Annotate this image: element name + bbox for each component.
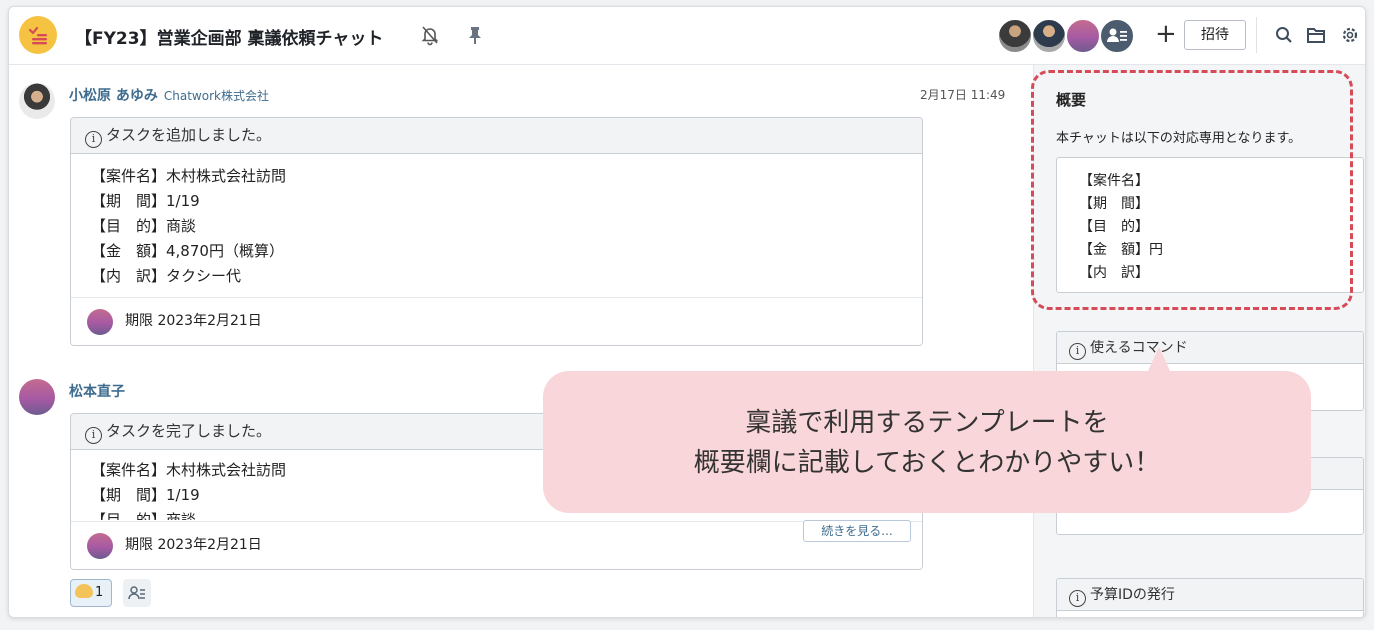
room-title: 【FY23】営業企画部 稟議依頼チャット: [75, 29, 384, 49]
reaction-badge[interactable]: 1: [70, 579, 112, 607]
budget-id-panel-header[interactable]: i 予算IDの発行: [1057, 579, 1363, 611]
task-deadline: 期限 2023年2月21日: [125, 313, 262, 329]
chatwork-logo[interactable]: [19, 16, 57, 54]
task-deadline-row: 続きを見る... 期限 2023年2月21日: [71, 520, 922, 569]
task-deadline-row: 期限 2023年2月21日: [71, 297, 922, 345]
task-deadline: 期限 2023年2月21日: [125, 537, 262, 553]
show-more-button[interactable]: 続きを見る...: [803, 520, 911, 542]
invite-button[interactable]: 招待: [1184, 20, 1246, 50]
sender-name[interactable]: 松本直子: [69, 384, 125, 400]
commands-panel-header[interactable]: i 使えるコマンド: [1057, 332, 1363, 364]
info-icon: i: [85, 131, 102, 148]
tip-callout: 稟議で利用するテンプレートを 概要欄に記載しておくとわかりやすい！: [543, 371, 1311, 513]
budget-id-panel: i 予算IDの発行: [1056, 578, 1364, 617]
header-divider: [1256, 17, 1257, 53]
member-avatar[interactable]: [1065, 18, 1101, 54]
info-icon: i: [85, 427, 102, 444]
task-body: 【案件名】木村株式会社訪問 【期 間】1/19 【目 的】商談 【金 額】4,8…: [91, 167, 287, 285]
sender-name[interactable]: 小松原 あゆみ: [69, 88, 158, 104]
add-member-button[interactable]: +: [1155, 19, 1177, 49]
member-list-icon[interactable]: [1099, 18, 1135, 54]
reaction-count: 1: [95, 585, 104, 600]
message-sender[interactable]: 松本直子: [69, 381, 125, 401]
assignee-avatar[interactable]: [87, 533, 113, 559]
message-timestamp: 2月17日 11:49: [920, 88, 1006, 102]
callout-text: 稟議で利用するテンプレートを 概要欄に記載しておくとわかりやすい！: [543, 403, 1311, 483]
reaction-icon: [75, 584, 93, 598]
budget-id-panel-title: 予算IDの発行: [1090, 587, 1175, 603]
task-header-text: タスクを追加しました。: [106, 126, 272, 144]
task-header: i タスクを追加しました。: [71, 118, 922, 154]
overview-highlight-frame: [1031, 70, 1353, 310]
callout-line-1: 稟議で利用するテンプレートを: [745, 408, 1109, 438]
avatar[interactable]: [19, 379, 55, 415]
search-icon[interactable]: [1273, 24, 1295, 46]
folder-icon[interactable]: [1305, 24, 1327, 46]
member-avatar[interactable]: [997, 18, 1033, 54]
commands-panel-title: 使えるコマンド: [1090, 340, 1188, 356]
chat-timeline[interactable]: 小松原 あゆみ Chatwork株式会社 2月17日 11:49 i タスクを追加し…: [9, 65, 1033, 617]
member-avatar[interactable]: [1031, 18, 1067, 54]
app-window: 【FY23】営業企画部 稟議依頼チャット + 招待 小松原 あゆみ Chatwo…: [8, 6, 1366, 618]
task-card: i タスクを追加しました。 【案件名】木村株式会社訪問 【期 間】1/19 【目 …: [70, 117, 923, 346]
callout-tail: [1147, 347, 1171, 373]
task-header-text: タスクを完了しました。: [106, 422, 272, 440]
info-icon: i: [1069, 343, 1086, 360]
info-icon: i: [1069, 590, 1086, 607]
message-sender[interactable]: 小松原 あゆみ Chatwork株式会社: [69, 85, 269, 105]
callout-line-2: 概要欄に記載しておくとわかりやすい！: [693, 448, 1161, 478]
gear-icon[interactable]: [1339, 24, 1357, 46]
sender-org: Chatwork株式会社: [163, 89, 269, 103]
pin-icon[interactable]: [464, 24, 486, 46]
avatar[interactable]: [19, 83, 55, 119]
assignee-avatar[interactable]: [87, 309, 113, 335]
bell-off-icon[interactable]: [419, 24, 441, 46]
room-header: 【FY23】営業企画部 稟議依頼チャット + 招待: [9, 7, 1365, 65]
member-list-icon[interactable]: [123, 579, 151, 607]
